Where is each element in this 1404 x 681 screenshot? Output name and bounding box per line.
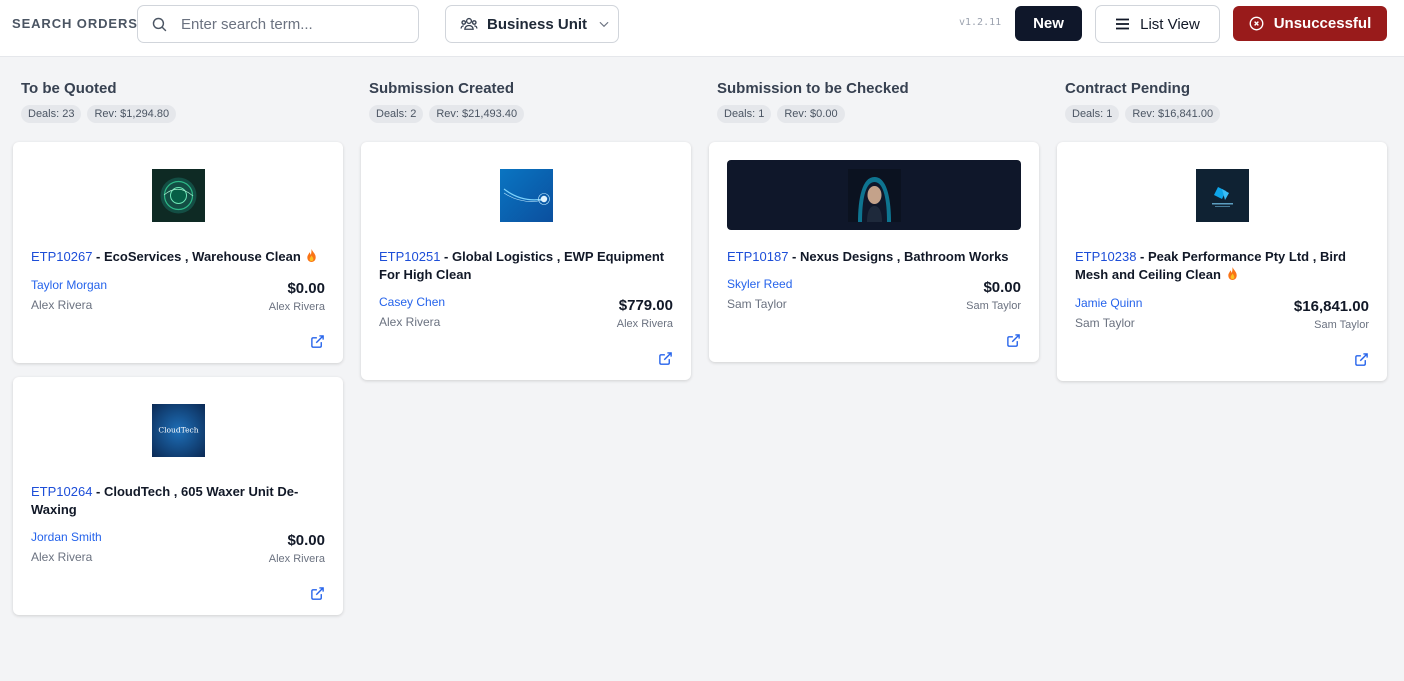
revenue-badge: Rev: $16,841.00 xyxy=(1125,105,1221,123)
deal-card[interactable]: ETP10267 - EcoServices , Warehouse Clean… xyxy=(13,142,343,363)
list-icon xyxy=(1115,18,1130,30)
fire-icon xyxy=(306,249,317,267)
deal-amount: $779.00 xyxy=(618,297,673,314)
deals-badge: Deals: 1 xyxy=(1065,105,1120,123)
app-version: v1.2.11 xyxy=(959,17,1002,28)
chevron-down-icon xyxy=(597,17,611,31)
order-code-link[interactable]: ETP10187 xyxy=(727,249,788,264)
revenue-badge: Rev: $21,493.40 xyxy=(429,105,525,123)
x-circle-icon xyxy=(1249,16,1264,31)
logo-text: CloudTech xyxy=(158,425,198,434)
revenue-badge: Rev: $0.00 xyxy=(777,105,845,123)
company-logo xyxy=(1195,168,1249,222)
deals-badge: Deals: 1 xyxy=(717,105,772,123)
new-button[interactable]: New xyxy=(1015,6,1082,41)
client-contact[interactable]: Jordan Smith xyxy=(31,530,102,544)
search-box[interactable] xyxy=(137,5,419,43)
owner-name: Alex Rivera xyxy=(31,298,93,312)
list-view-button[interactable]: List View xyxy=(1095,5,1220,43)
order-code-link[interactable]: ETP10251 xyxy=(379,249,440,264)
deals-badge: Deals: 2 xyxy=(369,105,424,123)
client-contact[interactable]: Skyler Reed xyxy=(727,277,792,291)
order-title: - Nexus Designs , Bathroom Works xyxy=(788,249,1009,264)
search-input[interactable] xyxy=(181,15,401,33)
deals-badge: Deals: 23 xyxy=(21,105,82,123)
company-logo: CloudTech xyxy=(151,403,205,457)
owner-name: Alex Rivera xyxy=(31,550,93,564)
top-toolbar: SEARCH ORDERS: Business Unit v1.2.11 New… xyxy=(0,0,1404,57)
assigned-owner: Alex Rivera xyxy=(616,318,673,330)
search-icon xyxy=(152,17,167,31)
company-logo xyxy=(847,168,901,222)
external-link-icon[interactable] xyxy=(310,334,325,349)
users-icon xyxy=(460,16,478,32)
assigned-owner: Alex Rivera xyxy=(268,301,325,313)
client-contact[interactable]: Jamie Quinn xyxy=(1075,296,1142,310)
unsuccessful-label: Unsuccessful xyxy=(1273,15,1372,32)
owner-name: Alex Rivera xyxy=(379,315,441,329)
column-to-be-quoted: To be Quoted Deals: 23 Rev: $1,294.80 ET… xyxy=(13,80,343,615)
business-unit-label: Business Unit xyxy=(487,15,588,33)
deal-amount: $0.00 xyxy=(287,532,325,549)
search-orders-label: SEARCH ORDERS: xyxy=(12,16,144,31)
external-link-icon[interactable] xyxy=(658,351,673,366)
deal-amount: $0.00 xyxy=(287,280,325,297)
owner-name: Sam Taylor xyxy=(1075,316,1135,330)
column-contract-pending: Contract Pending Deals: 1 Rev: $16,841.0… xyxy=(1057,80,1387,381)
order-title: - EcoServices , Warehouse Clean xyxy=(92,249,301,264)
order-code-link[interactable]: ETP10264 xyxy=(31,484,92,499)
fire-icon xyxy=(1227,267,1238,285)
revenue-badge: Rev: $1,294.80 xyxy=(87,105,177,123)
column-submission-to-be-checked: Submission to be Checked Deals: 1 Rev: $… xyxy=(709,80,1039,362)
column-title: Submission Created xyxy=(369,80,515,97)
unsuccessful-button[interactable]: Unsuccessful xyxy=(1233,6,1387,41)
deal-card[interactable]: ETP10187 - Nexus Designs , Bathroom Work… xyxy=(709,142,1039,362)
order-code-link[interactable]: ETP10267 xyxy=(31,249,92,264)
column-title: Contract Pending xyxy=(1065,80,1191,97)
company-logo xyxy=(151,168,205,222)
order-code-link[interactable]: ETP10238 xyxy=(1075,249,1136,264)
client-contact[interactable]: Casey Chen xyxy=(379,295,445,309)
client-contact[interactable]: Taylor Morgan xyxy=(31,278,107,292)
assigned-owner: Sam Taylor xyxy=(966,300,1021,312)
deal-amount: $16,841.00 xyxy=(1293,298,1369,315)
external-link-icon[interactable] xyxy=(1354,352,1369,367)
column-title: Submission to be Checked xyxy=(717,80,909,97)
business-unit-dropdown[interactable]: Business Unit xyxy=(445,5,619,43)
deal-card[interactable]: ETP10251 - Global Logistics , EWP Equipm… xyxy=(361,142,691,380)
assigned-owner: Sam Taylor xyxy=(1314,319,1369,331)
owner-name: Sam Taylor xyxy=(727,297,787,311)
deal-card[interactable]: ETP10238 - Peak Performance Pty Ltd , Bi… xyxy=(1057,142,1387,381)
deal-card[interactable]: CloudTech ETP10264 - CloudTech , 605 Wax… xyxy=(13,377,343,615)
column-title: To be Quoted xyxy=(21,80,117,97)
company-logo xyxy=(499,168,553,222)
external-link-icon[interactable] xyxy=(310,586,325,601)
assigned-owner: Alex Rivera xyxy=(268,553,325,565)
list-view-label: List View xyxy=(1140,15,1200,33)
column-submission-created: Submission Created Deals: 2 Rev: $21,493… xyxy=(361,80,691,380)
deal-amount: $0.00 xyxy=(983,279,1021,296)
external-link-icon[interactable] xyxy=(1006,333,1021,348)
